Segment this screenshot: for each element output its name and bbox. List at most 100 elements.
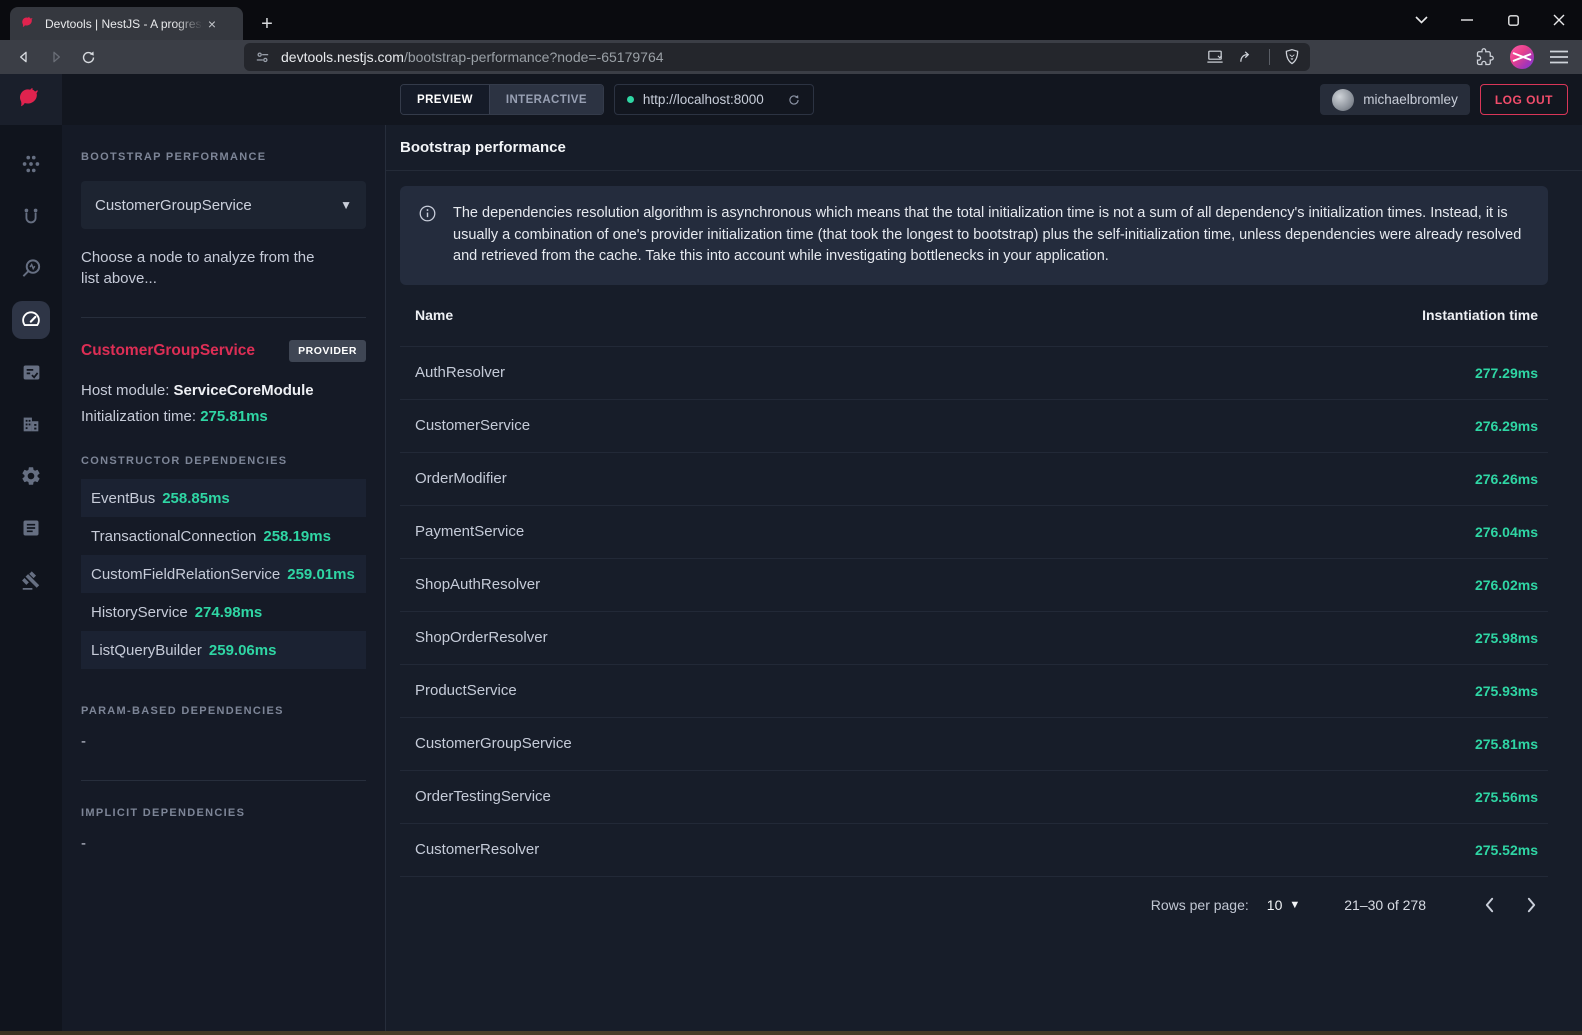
issues-icon <box>12 561 50 599</box>
send-to-device-icon[interactable] <box>1206 49 1224 65</box>
nav-graph[interactable] <box>0 138 62 190</box>
item-time: 276.26ms <box>1475 471 1538 487</box>
browser-tab[interactable]: Devtools | NestJS - A progressive × <box>10 7 243 40</box>
share-icon[interactable] <box>1238 49 1255 66</box>
item-name: ShopOrderResolver <box>415 629 548 646</box>
item-time: 259.06ms <box>209 642 277 659</box>
table-body: AuthResolver 277.29ms CustomerService 276.2… <box>400 347 1548 877</box>
node-select-value: CustomerGroupService <box>95 197 252 214</box>
app-header: PREVIEW INTERACTIVE http://localhost:800… <box>62 74 1582 125</box>
item-time: 275.52ms <box>1475 842 1538 858</box>
table-row[interactable]: ShopOrderResolver275.98ms <box>400 612 1548 665</box>
nav-rail <box>0 125 62 1031</box>
item-time: 277.29ms <box>1475 365 1538 381</box>
table-row[interactable]: PaymentService 276.04ms <box>400 506 1548 559</box>
table-row[interactable]: CustomerService 276.29ms <box>400 400 1548 453</box>
address-bar[interactable]: devtools.nestjs.com/bootstrap-performanc… <box>244 43 1310 71</box>
nav-settings[interactable] <box>0 450 62 502</box>
table-row[interactable]: CustomerGroupService275.81ms <box>400 718 1548 771</box>
modules-icon <box>12 405 50 443</box>
nav-audit[interactable] <box>0 346 62 398</box>
item-time: 276.04ms <box>1475 524 1538 540</box>
extensions-icon[interactable] <box>1476 48 1494 66</box>
tab-close-icon[interactable]: × <box>203 15 221 33</box>
dependency-item[interactable]: TransactionalConnection258.19ms <box>81 517 366 555</box>
username: michaelbromley <box>1363 92 1458 107</box>
dependency-item[interactable]: ListQueryBuilder 259.06ms <box>81 631 366 669</box>
preview-tab[interactable]: PREVIEW <box>401 85 489 114</box>
table-row[interactable]: AuthResolver 277.29ms <box>400 347 1548 400</box>
item-time: 275.93ms <box>1475 683 1538 699</box>
nestjs-logo[interactable] <box>0 74 62 125</box>
table-row[interactable]: ShopAuthResolver 276.02ms <box>400 559 1548 612</box>
item-time: 276.29ms <box>1475 418 1538 434</box>
nav-docs[interactable] <box>0 502 62 554</box>
item-name: ShopAuthResolver <box>415 576 540 593</box>
column-name: Name <box>415 307 453 323</box>
refresh-icon[interactable] <box>787 93 801 107</box>
tab-title: Devtools | NestJS - A progressive <box>45 17 203 31</box>
rows-per-page-label: Rows per page: <box>1151 897 1249 913</box>
item-name: CustomerGroupService <box>415 735 572 752</box>
nav-inspect[interactable] <box>0 242 62 294</box>
reload-icon[interactable] <box>72 43 104 71</box>
audit-icon <box>12 353 50 391</box>
implicit-deps-value: - <box>81 835 366 852</box>
nav-issues[interactable] <box>0 554 62 606</box>
browser-profile-avatar[interactable] <box>1510 45 1534 69</box>
table-row[interactable]: CustomerResolver 275.52ms <box>400 824 1548 877</box>
user-pill[interactable]: michaelbromley <box>1320 84 1470 115</box>
param-deps-value: - <box>81 733 366 750</box>
item-time: 275.56ms <box>1475 789 1538 805</box>
page-title: Bootstrap performance <box>400 139 566 156</box>
interactive-tab[interactable]: INTERACTIVE <box>489 85 603 114</box>
item-time: 258.19ms <box>263 528 331 545</box>
menu-icon[interactable] <box>1550 50 1568 64</box>
dependency-item[interactable]: HistoryService274.98ms <box>81 593 366 631</box>
provider-badge: PROVIDER <box>289 340 366 362</box>
dependency-item[interactable]: EventBus 258.85ms <box>81 479 366 517</box>
host-module-line: Host module: ServiceCoreModule <box>81 382 366 399</box>
table-row[interactable]: OrderTestingService275.56ms <box>400 771 1548 824</box>
item-name: HistoryService <box>91 604 188 621</box>
nav-bootstrap-performance[interactable] <box>0 294 62 346</box>
item-name: EventBus <box>91 490 155 507</box>
table-header: Name Instantiation time <box>400 285 1548 347</box>
target-url-pill[interactable]: http://localhost:8000 <box>614 84 814 115</box>
param-deps-title: PARAM-BASED DEPENDENCIES <box>81 705 366 717</box>
browser-tab-strip: Devtools | NestJS - A progressive × + <box>0 0 1582 40</box>
rows-per-page-select[interactable]: 10▼ <box>1267 897 1300 913</box>
maximize-button[interactable] <box>1490 0 1536 40</box>
item-name: CustomerResolver <box>415 841 539 858</box>
item-name: PaymentService <box>415 523 524 540</box>
item-time: 258.85ms <box>162 490 230 507</box>
item-name: ProductService <box>415 682 517 699</box>
init-time-value: 275.81ms <box>200 408 268 425</box>
item-name: AuthResolver <box>415 364 505 381</box>
table-row[interactable]: OrderModifier276.26ms <box>400 453 1548 506</box>
next-page-button[interactable] <box>1514 888 1548 922</box>
logout-button[interactable]: LOG OUT <box>1480 84 1568 115</box>
routes-icon <box>12 197 50 235</box>
settings-icon <box>12 457 50 495</box>
nav-modules[interactable] <box>0 398 62 450</box>
brave-shield-icon[interactable] <box>1284 48 1300 66</box>
site-settings-icon[interactable] <box>254 49 271 66</box>
minimize-button[interactable] <box>1444 0 1490 40</box>
node-select[interactable]: CustomerGroupService ▼ <box>81 181 366 229</box>
back-icon[interactable] <box>8 43 40 71</box>
item-name: ListQueryBuilder <box>91 642 202 659</box>
table-row[interactable]: ProductService 275.93ms <box>400 665 1548 718</box>
close-window-button[interactable] <box>1536 0 1582 40</box>
helper-text: Choose a node to analyze from the list a… <box>81 247 331 289</box>
forward-icon[interactable] <box>40 43 72 71</box>
chevron-down-icon: ▼ <box>340 198 352 212</box>
new-tab-button[interactable]: + <box>255 12 279 36</box>
item-name: CustomerService <box>415 417 530 434</box>
dependency-item[interactable]: CustomFieldRelationService259.01ms <box>81 555 366 593</box>
tab-search-icon[interactable] <box>1398 0 1444 40</box>
previous-page-button[interactable] <box>1472 888 1506 922</box>
nav-routes[interactable] <box>0 190 62 242</box>
url-text: devtools.nestjs.com/bootstrap-performanc… <box>281 49 1196 65</box>
item-time: 276.02ms <box>1475 577 1538 593</box>
